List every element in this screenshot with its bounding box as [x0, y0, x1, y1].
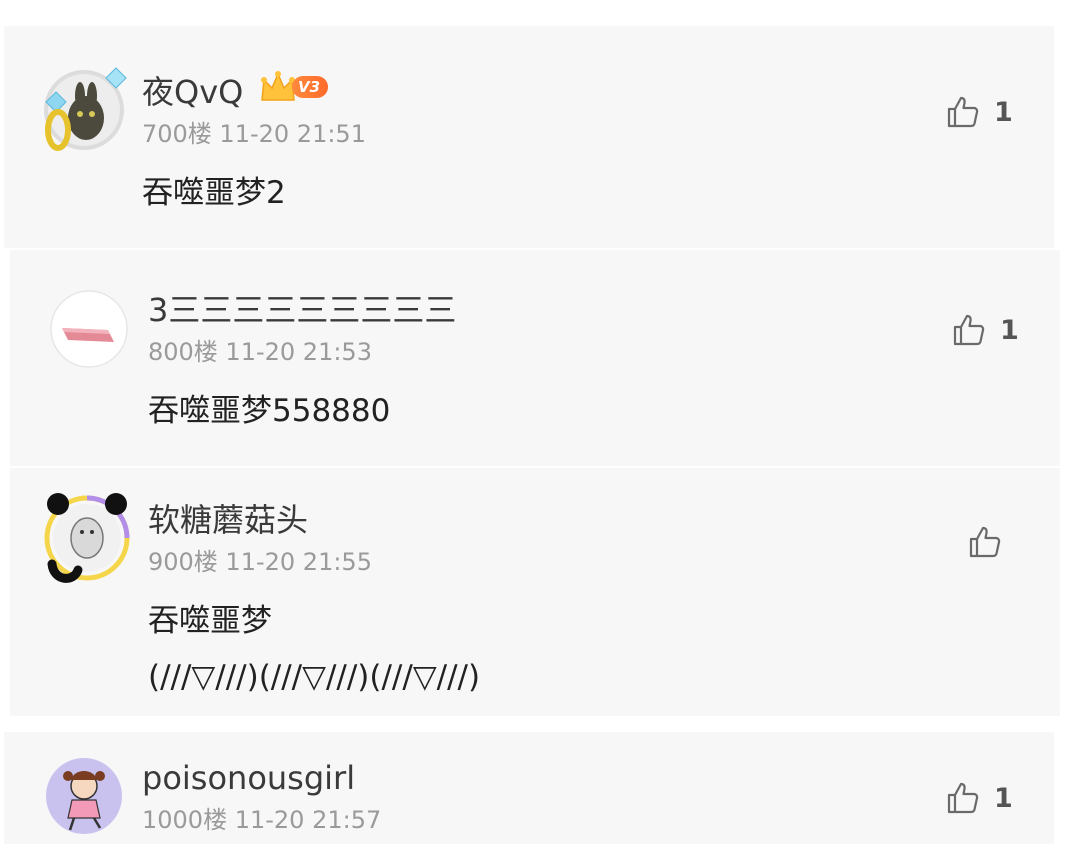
like-count: 1 [994, 96, 1013, 128]
comment-item: 3三三三三三三三三三 800楼 11-20 21:53 吞噬噩梦558880 1 [10, 250, 1060, 466]
username[interactable]: 3三三三三三三三三三 [148, 294, 456, 326]
thumbs-up-icon [953, 314, 985, 346]
thumbs-up-icon [947, 782, 979, 814]
like-button[interactable] [968, 524, 1016, 560]
floor-time: 700楼 11-20 21:51 [142, 120, 366, 148]
username[interactable]: 夜QvQ [142, 76, 243, 108]
username[interactable]: poisonousgirl [142, 762, 355, 794]
username[interactable]: 软糖蘑菇头 [148, 504, 308, 536]
thumbs-up-icon [947, 96, 979, 128]
avatar[interactable] [50, 290, 130, 370]
comment-item: 软糖蘑菇头 900楼 11-20 21:55 吞噬噩梦 (///▽///)(//… [10, 468, 1060, 716]
avatar[interactable] [40, 67, 127, 151]
floor-time: 900楼 11-20 21:55 [148, 548, 372, 576]
avatar-image [46, 758, 122, 834]
like-button[interactable]: 1 [946, 780, 1013, 816]
floor-time: 800楼 11-20 21:53 [148, 338, 372, 366]
comment-list: 夜QvQ V3 700楼 11-20 21:51 吞噬噩梦2 1 3三三三三三三… [0, 0, 1080, 844]
comment-text: 吞噬噩梦558880 [148, 393, 391, 429]
comment-text: 吞噬噩梦 [148, 603, 272, 639]
comment-text: (///▽///)(///▽///)(///▽///) [148, 659, 481, 695]
comment-item: 夜QvQ V3 700楼 11-20 21:51 吞噬噩梦2 1 [4, 26, 1054, 248]
avatar-image [44, 67, 127, 151]
avatar[interactable] [44, 756, 124, 836]
avatar-image [44, 493, 130, 583]
level-badge: V3 [292, 76, 329, 98]
vip-badge: V3 [258, 70, 329, 104]
floor-time: 1000楼 11-20 21:57 [142, 806, 382, 834]
comment-text: 吞噬噩梦2 [142, 175, 286, 211]
like-button[interactable]: 1 [952, 312, 1019, 348]
like-count: 1 [1000, 314, 1019, 346]
thumbs-up-icon [969, 526, 1001, 558]
comment-item: poisonousgirl 1000楼 11-20 21:57 1 [4, 732, 1054, 844]
like-count: 1 [994, 782, 1013, 814]
like-button[interactable]: 1 [946, 94, 1013, 130]
avatar-image [50, 290, 128, 368]
avatar[interactable] [44, 493, 130, 583]
